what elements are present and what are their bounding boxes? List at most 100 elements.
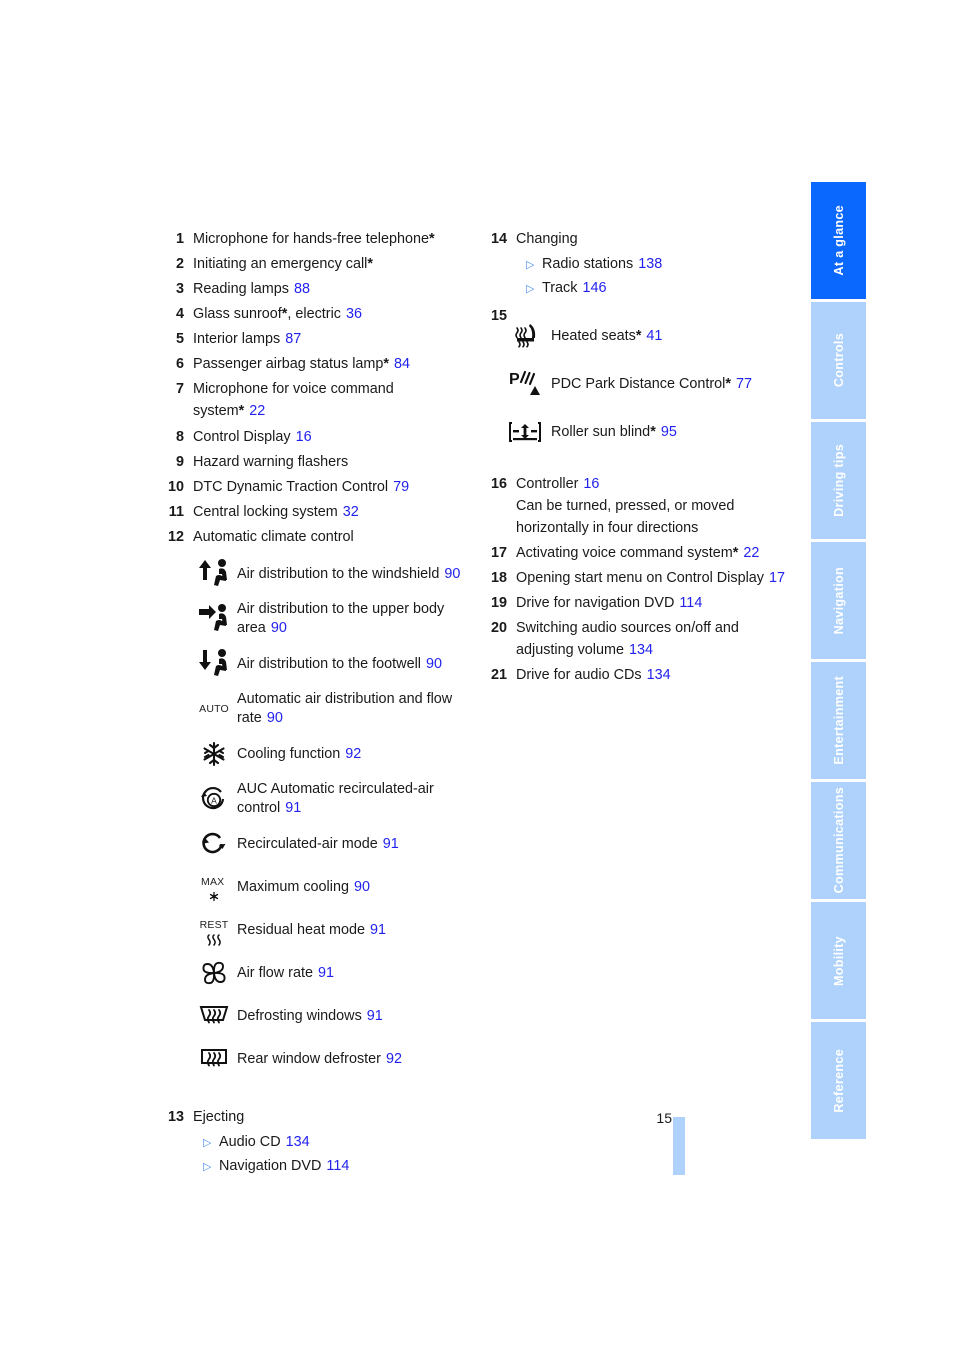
max-icon-group: MAX: [201, 872, 227, 902]
item-body: Automatic climate control: [193, 526, 468, 548]
item-number: 4: [175, 306, 184, 322]
page-reference[interactable]: 134: [286, 1134, 310, 1150]
tab-navigation[interactable]: Navigation: [811, 539, 866, 659]
sub-item-label: Track: [542, 280, 578, 296]
page-reference[interactable]: 91: [285, 800, 301, 816]
item-body: Switching audio sources on/off and adjus…: [516, 617, 791, 661]
climate-icon-row: Cooling function 92: [158, 737, 468, 771]
climate-icon-label: Defrosting windows 91: [237, 1007, 468, 1026]
item-text: Glass sunroof: [193, 306, 282, 322]
triangle-bullet-icon: ▷: [203, 1137, 212, 1149]
item-text: Microphone for hands-free telephone: [193, 231, 429, 247]
item-body: Drive for navigation DVD 114: [516, 592, 791, 614]
page-reference[interactable]: 138: [638, 256, 662, 272]
feature-icon-row: Heated seats* 41: [481, 319, 791, 353]
climate-icon-label: Residual heat mode 91: [237, 921, 468, 940]
defrosting-windows-icon: [191, 999, 237, 1033]
label-text: PDC Park Distance Control: [551, 375, 726, 392]
page-reference[interactable]: 146: [582, 280, 606, 296]
triangle-bullet-icon: ▷: [203, 1161, 212, 1173]
page-reference[interactable]: 17: [769, 570, 785, 586]
page-reference[interactable]: 16: [296, 429, 312, 445]
page-reference[interactable]: 88: [294, 281, 310, 297]
tab-driving-tips[interactable]: Driving tips: [811, 419, 866, 539]
tab-reference[interactable]: Reference: [811, 1019, 866, 1139]
sub-list-item: ▷ Navigation DVD 114: [158, 1155, 468, 1179]
page-reference[interactable]: 84: [394, 356, 410, 372]
item-number: 6: [175, 356, 184, 372]
sub-list-item: ▷ Radio stations 138: [481, 253, 791, 277]
item-body: Interior lamps 87: [193, 328, 468, 350]
list-item: 4 Glass sunroof*, electric 36: [158, 303, 468, 325]
page-reference[interactable]: 22: [249, 403, 265, 419]
list-item: 11 Central locking system 32: [158, 501, 468, 523]
list-item: 12 Automatic climate control: [158, 526, 468, 548]
item-text: Central locking system: [193, 504, 338, 520]
item-text: Controller: [516, 476, 579, 492]
list-item: 2 Initiating an emergency call*: [158, 253, 468, 275]
item-text: DTC Dynamic Traction Control: [193, 479, 389, 495]
item-number: 2: [175, 256, 184, 272]
tab-controls[interactable]: Controls: [811, 299, 866, 419]
tab-mobility[interactable]: Mobility: [811, 899, 866, 1019]
sub-list-item: ▷ Track 146: [481, 277, 791, 301]
climate-icon-label: Air distribution to the windshield 90: [237, 565, 468, 584]
page-reference[interactable]: 77: [736, 376, 752, 392]
page-reference[interactable]: 90: [271, 620, 287, 636]
feature-icon-label: Roller sun blind* 95: [551, 423, 791, 442]
page-reference[interactable]: 90: [426, 656, 442, 672]
page-reference[interactable]: 41: [646, 328, 662, 344]
list-item: 14 Changing: [481, 228, 791, 250]
svg-text:A: A: [211, 795, 217, 805]
page-reference[interactable]: 134: [647, 667, 671, 683]
list-item: 3 Reading lamps 88: [158, 278, 468, 300]
label-text: Rear window defroster: [237, 1050, 381, 1067]
page-reference[interactable]: 87: [285, 331, 301, 347]
tab-label: At a glance: [831, 205, 846, 276]
item-number: 20: [490, 620, 507, 636]
climate-icon-row: AUTO Automatic air distribution and flow…: [158, 690, 468, 728]
rear-window-defroster-icon: [191, 1042, 237, 1076]
sub-item-body: Radio stations 138: [542, 253, 662, 276]
page-reference[interactable]: 91: [383, 836, 399, 852]
air-distribution-footwell-icon: [191, 647, 237, 681]
climate-icon-label: Air flow rate 91: [237, 964, 468, 983]
page-reference[interactable]: 90: [354, 879, 370, 895]
tab-at-a-glance[interactable]: At a glance: [811, 182, 866, 299]
tab-label: Reference: [831, 1048, 846, 1113]
page-reference[interactable]: 92: [386, 1051, 402, 1067]
list-item: 10 DTC Dynamic Traction Control 79: [158, 476, 468, 498]
item-subtext: Can be turned, pressed, or moved horizon…: [516, 498, 735, 536]
tab-communications[interactable]: Communications: [811, 779, 866, 899]
rest-icon-text: REST: [199, 918, 229, 931]
page-reference[interactable]: 22: [743, 545, 759, 561]
tab-entertainment[interactable]: Entertainment: [811, 659, 866, 779]
page-reference[interactable]: 91: [367, 1008, 383, 1024]
page-reference[interactable]: 114: [679, 595, 702, 611]
page-reference[interactable]: 90: [444, 566, 460, 582]
auto-icon-text: AUTO: [199, 702, 229, 715]
auto-icon: AUTO: [191, 692, 237, 726]
sub-item-label: Navigation DVD: [219, 1158, 322, 1174]
label-text: Recirculated-air mode: [237, 835, 378, 852]
page-reference[interactable]: 90: [267, 710, 283, 726]
sub-list-item: ▷ Audio CD 134: [158, 1131, 468, 1155]
page-reference[interactable]: 114: [326, 1158, 349, 1174]
page-reference[interactable]: 95: [661, 424, 677, 440]
page-reference[interactable]: 16: [583, 476, 599, 492]
label-text: Air distribution to the footwell: [237, 655, 421, 672]
page-reference[interactable]: 92: [345, 746, 361, 762]
item-number: 13: [167, 1109, 184, 1125]
page-reference[interactable]: 91: [318, 965, 334, 981]
triangle-bullet-icon: ▷: [526, 283, 535, 295]
page-reference[interactable]: 134: [629, 642, 653, 658]
item-body: Glass sunroof*, electric 36: [193, 303, 468, 325]
feature-icon-row: Roller sun blind* 95: [481, 415, 791, 449]
climate-icon-label: Maximum cooling 90: [237, 878, 468, 897]
item-text: Hazard warning flashers: [193, 454, 349, 470]
page-reference[interactable]: 32: [343, 504, 359, 520]
page-reference[interactable]: 91: [370, 922, 386, 938]
page-reference[interactable]: 79: [393, 479, 409, 495]
item-text: Activating voice command system: [516, 545, 733, 561]
page-reference[interactable]: 36: [346, 306, 362, 322]
